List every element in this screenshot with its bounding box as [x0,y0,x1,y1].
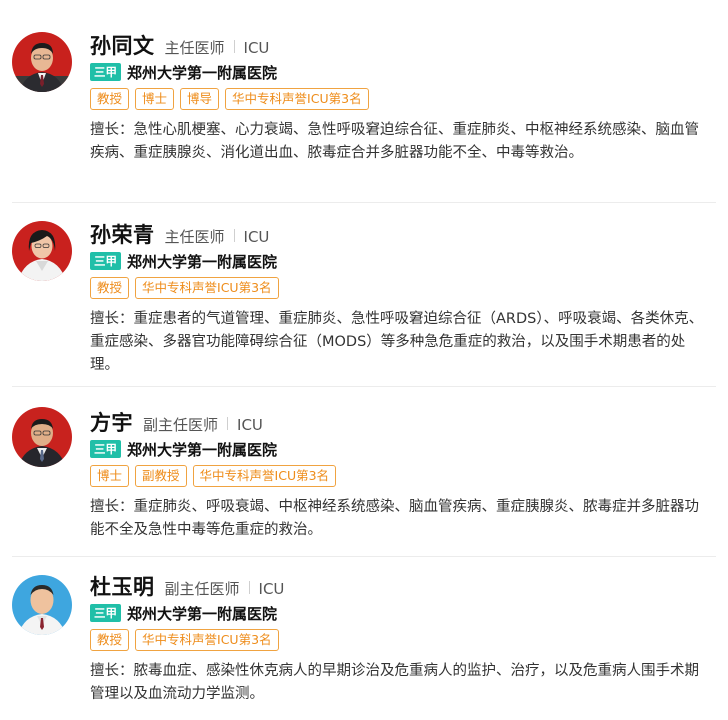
name-row: 方宇 副主任医师 ICU [90,407,712,435]
name-row: 杜玉明 副主任医师 ICU [90,571,712,599]
doctor-avatar[interactable] [12,221,72,281]
doctor-expertise: 擅长：重症肺炎、呼吸衰竭、中枢神经系统感染、脑血管疾病、重症胰腺炎、脓毒症并多脏… [90,499,699,538]
doctor-list: 孙同文 主任医师 ICU 三甲 郑州大学第一附属医院 教授 博士 博导 华中专科… [0,0,728,720]
hospital-level-badge: 三甲 [90,604,121,622]
doctor-department: ICU [243,228,270,246]
tag: 华中专科声誉ICU第3名 [135,629,279,651]
doctor-avatar[interactable] [12,407,72,467]
tag: 教授 [90,629,130,651]
doctor-title: 主任医师 [164,39,225,57]
hospital-name[interactable]: 郑州大学第一附属医院 [127,251,277,272]
doctor-name[interactable]: 孙同文 [90,30,155,60]
hospital-level-badge: 三甲 [90,63,121,81]
doctor-expertise: 擅长：重症患者的气道管理、重症肺炎、急性呼吸窘迫综合征（ARDS）、呼吸衰竭、各… [90,311,704,373]
doctor-card[interactable]: 孙同文 主任医师 ICU 三甲 郑州大学第一附属医院 教授 博士 博导 华中专科… [12,0,716,203]
doctor-avatar[interactable] [12,575,72,635]
tag: 博导 [180,88,220,110]
tag: 副教授 [135,465,187,487]
doctor-title: 副主任医师 [164,580,240,598]
hospital-row: 三甲 郑州大学第一附属医院 [90,249,712,273]
tag: 博士 [135,88,175,110]
tag: 华中专科声誉ICU第3名 [192,465,337,487]
hospital-name[interactable]: 郑州大学第一附属医院 [127,603,277,624]
divider [233,229,235,242]
doctor-name[interactable]: 杜玉明 [90,571,155,601]
name-row: 孙荣青 主任医师 ICU [90,219,712,247]
doctor-card[interactable]: 杜玉明 副主任医师 ICU 三甲 郑州大学第一附属医院 教授 华中专科声誉ICU… [12,557,716,720]
hospital-name[interactable]: 郑州大学第一附属医院 [127,62,277,83]
divider [248,581,250,594]
doctor-expertise: 擅长：脓毒血症、感染性休克病人的早期诊治及危重病人的监护、治疗，以及危重病人围手… [90,663,699,702]
tag: 华中专科声誉ICU第3名 [135,277,279,299]
doctor-expertise: 擅长：急性心肌梗塞、心力衰竭、急性呼吸窘迫综合征、重症肺炎、中枢神经系统感染、脑… [90,122,699,161]
divider [227,417,229,430]
hospital-row: 三甲 郑州大学第一附属医院 [90,601,712,625]
doctor-card[interactable]: 方宇 副主任医师 ICU 三甲 郑州大学第一附属医院 博士 副教授 华中专科声誉… [12,387,716,557]
hospital-level-badge: 三甲 [90,252,121,270]
name-row: 孙同文 主任医师 ICU [90,30,712,58]
doctor-department: ICU [237,416,263,434]
doctor-department: ICU [258,580,285,598]
hospital-row: 三甲 郑州大学第一附属医院 [90,437,712,461]
doctor-title: 主任医师 [164,228,225,246]
tag-list: 教授 华中专科声誉ICU第3名 [90,277,712,299]
doctor-name[interactable]: 方宇 [90,407,133,437]
hospital-row: 三甲 郑州大学第一附属医院 [90,60,712,84]
tag: 教授 [90,277,130,299]
doctor-avatar[interactable] [12,32,72,92]
tag: 华中专科声誉ICU第3名 [225,88,369,110]
tag: 教授 [90,88,130,110]
divider [233,40,235,53]
hospital-level-badge: 三甲 [90,440,121,458]
tag: 博士 [90,465,130,487]
tag-list: 博士 副教授 华中专科声誉ICU第3名 [90,465,712,487]
doctor-title: 副主任医师 [143,416,219,434]
tag-list: 教授 华中专科声誉ICU第3名 [90,629,712,651]
doctor-card[interactable]: 孙荣青 主任医师 ICU 三甲 郑州大学第一附属医院 教授 华中专科声誉ICU第… [12,203,716,387]
doctor-department: ICU [243,39,270,57]
tag-list: 教授 博士 博导 华中专科声誉ICU第3名 [90,88,712,110]
hospital-name[interactable]: 郑州大学第一附属医院 [127,439,277,460]
doctor-name[interactable]: 孙荣青 [90,219,155,249]
